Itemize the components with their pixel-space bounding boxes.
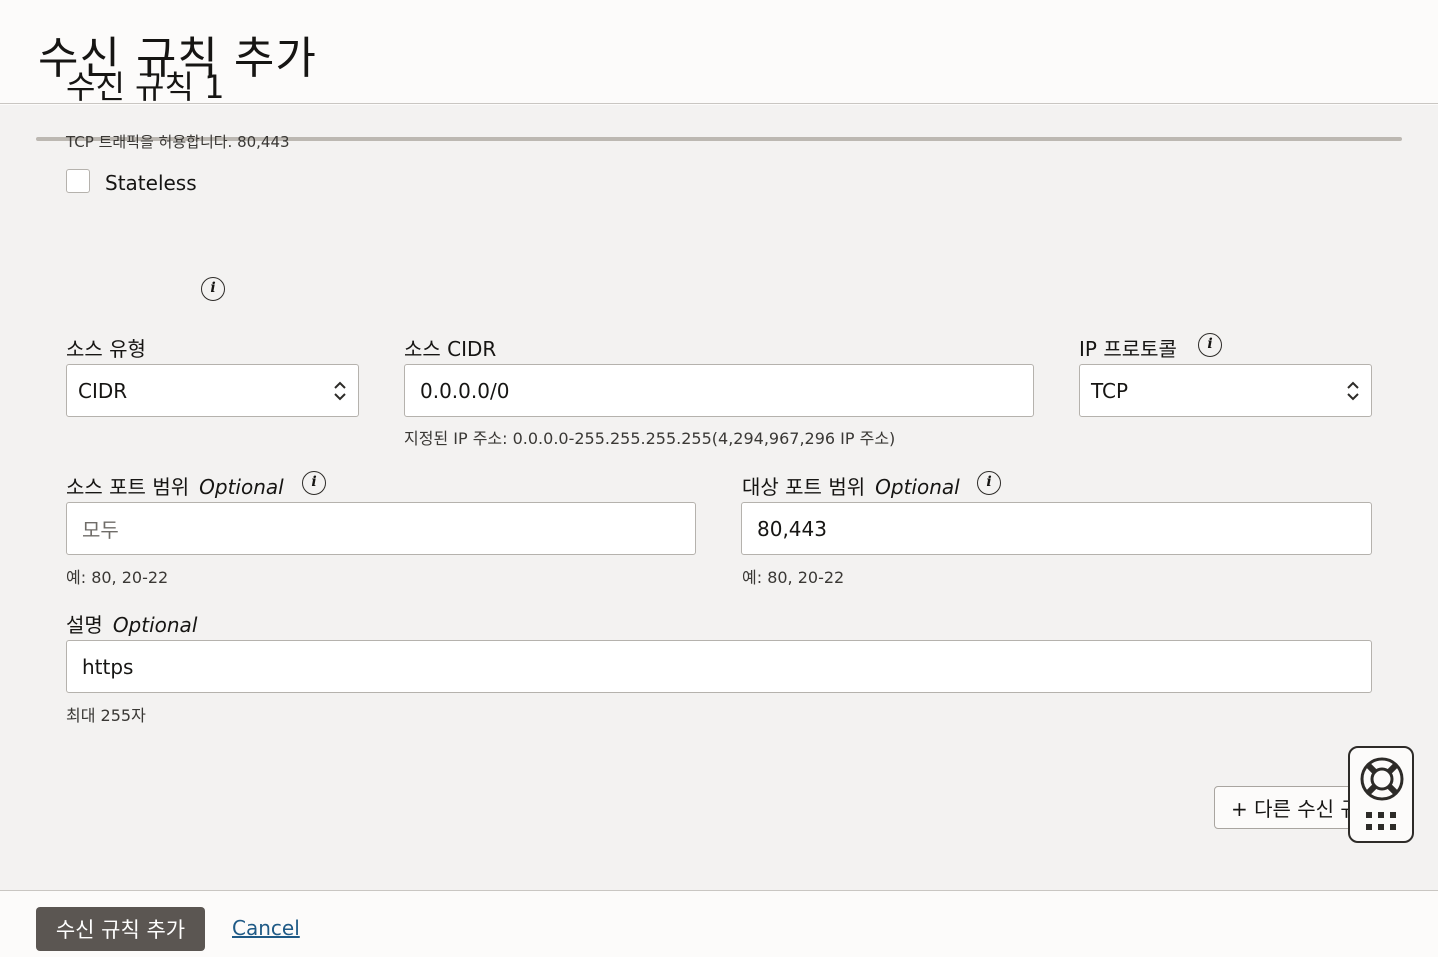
source-cidr-label: 소스 CIDR [404,337,497,361]
lifebuoy-icon [1360,757,1404,801]
ip-protocol-select[interactable]: TCP [1079,364,1372,417]
source-port-label-text: 소스 포트 범위 [66,475,190,499]
dest-port-hint: 예: 80, 20-22 [742,568,845,587]
dest-port-value: 80,443 [757,516,827,541]
dest-port-label: 대상 포트 범위 Optional [742,471,960,500]
help-widget[interactable] [1348,746,1414,843]
updown-chevron-icon [334,381,346,401]
source-cidr-value: 0.0.0.0/0 [420,378,510,403]
stateless-checkbox[interactable] [66,169,90,193]
source-type-label: 소스 유형 [66,337,146,361]
info-icon[interactable]: i [1198,333,1222,357]
source-type-value: CIDR [78,378,128,403]
rule-summary: TCP 트래픽을 허용합니다. 80,443 [66,133,290,151]
stateless-label: Stateless [105,171,197,195]
page-footer: 수신 규칙 추가 Cancel [0,890,1438,957]
source-port-hint: 예: 80, 20-22 [66,568,169,587]
description-label-text: 설명 [66,613,103,637]
description-input[interactable]: https [66,640,1372,693]
optional-tag: Optional [112,613,198,637]
info-icon[interactable]: i [302,471,326,495]
add-ingress-rule-button[interactable]: 수신 규칙 추가 [36,907,205,951]
cancel-link[interactable]: Cancel [232,916,300,940]
dest-port-label-text: 대상 포트 범위 [742,475,866,499]
info-icon[interactable]: i [201,277,225,301]
optional-tag: Optional [199,475,284,499]
description-hint: 최대 255자 [66,706,146,725]
source-cidr-hint: 지정된 IP 주소: 0.0.0.0-255.255.255.255(4,294… [404,429,896,448]
source-type-select[interactable]: CIDR [66,364,359,417]
updown-chevron-icon [1347,381,1359,401]
ip-protocol-label: IP 프로토콜 [1079,337,1177,361]
optional-tag: Optional [875,475,960,499]
source-port-placeholder: 모두 [82,518,119,542]
grid-dots-icon [1366,812,1396,830]
description-label: 설명 Optional [66,609,197,638]
description-value: https [82,654,134,679]
ip-protocol-value: TCP [1091,378,1129,403]
dest-port-input[interactable]: 80,443 [741,502,1372,555]
source-port-input[interactable]: 모두 [66,502,696,555]
rule-title: 수신 규칙 1 [66,68,225,106]
info-icon[interactable]: i [977,471,1001,495]
source-port-label: 소스 포트 범위 Optional [66,471,284,500]
source-cidr-input[interactable]: 0.0.0.0/0 [404,364,1034,417]
